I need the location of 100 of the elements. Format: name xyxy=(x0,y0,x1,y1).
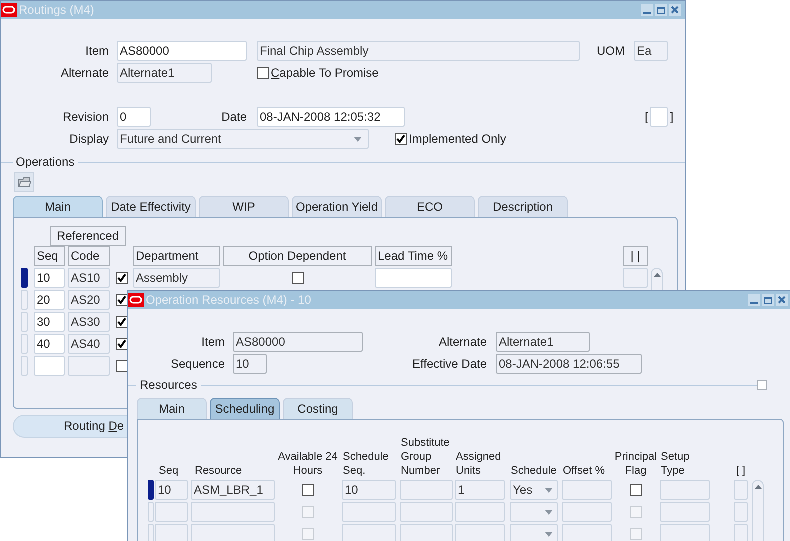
substitute-group-field[interactable] xyxy=(400,524,453,541)
minimize-button[interactable] xyxy=(641,4,653,16)
folder-cell[interactable] xyxy=(734,524,748,541)
display-select[interactable]: Future and Current xyxy=(117,129,369,149)
scroll-up-icon xyxy=(654,273,660,277)
tab[interactable]: Costing xyxy=(283,398,353,419)
field-label: Sequence xyxy=(170,356,225,373)
resource-field[interactable] xyxy=(191,524,275,541)
schedule-seq-field[interactable] xyxy=(342,502,396,522)
section-label: Operations xyxy=(15,154,76,171)
tab[interactable]: Scheduling xyxy=(210,398,280,419)
checkbox[interactable] xyxy=(257,67,269,79)
substitute-group-field[interactable] xyxy=(400,502,453,522)
checkbox[interactable] xyxy=(395,133,407,145)
row-indicator[interactable] xyxy=(21,268,28,288)
seq-field[interactable]: 10 xyxy=(155,480,188,500)
setup-type-field[interactable] xyxy=(660,480,710,500)
checkbox[interactable] xyxy=(116,338,128,350)
date-field[interactable]: 08-JAN-2008 12:05:32 xyxy=(257,107,405,127)
maximize-button[interactable] xyxy=(655,4,667,16)
substitute-group-field[interactable] xyxy=(400,480,453,500)
field-label: Effective Date xyxy=(412,356,487,373)
column-header: | | xyxy=(623,246,648,266)
logo-icon xyxy=(128,293,144,307)
seq-field[interactable]: 20 xyxy=(34,290,65,310)
resource-field[interactable] xyxy=(191,502,275,522)
tab[interactable]: Main xyxy=(137,398,207,419)
schedule-select[interactable]: Yes xyxy=(510,480,558,500)
assigned-units-field[interactable] xyxy=(455,524,505,541)
code-field[interactable]: AS40 xyxy=(68,334,110,354)
tab[interactable]: WIP xyxy=(199,196,289,217)
tab[interactable]: ECO xyxy=(385,196,475,217)
seq-field[interactable]: 30 xyxy=(34,312,65,332)
seq-field[interactable]: 40 xyxy=(34,334,65,354)
checkbox[interactable] xyxy=(116,294,128,306)
tab[interactable]: Description xyxy=(478,196,568,217)
alternate-field[interactable]: Alternate1 xyxy=(117,63,212,83)
minimize-button[interactable] xyxy=(748,294,760,306)
field-label: Alternate xyxy=(60,65,109,82)
schedule-seq-field[interactable]: 10 xyxy=(342,480,396,500)
checkbox[interactable] xyxy=(116,360,128,372)
tab[interactable]: Main xyxy=(13,196,103,217)
seq-field[interactable] xyxy=(155,524,188,541)
assigned-units-field[interactable]: 1 xyxy=(455,480,505,500)
alternate-field[interactable]: Alternate1 xyxy=(496,332,590,352)
effective-date-field[interactable]: 08-JAN-2008 12:06:55 xyxy=(496,354,642,374)
revision-field[interactable]: 0 xyxy=(117,107,151,127)
setup-type-field[interactable] xyxy=(660,524,710,541)
seq-field[interactable]: 10 xyxy=(34,268,65,288)
tab[interactable]: Operation Yield xyxy=(292,196,382,217)
row-indicator[interactable] xyxy=(148,480,154,500)
item-field[interactable]: AS80000 xyxy=(233,332,363,352)
folder-cell xyxy=(623,268,648,288)
column-header: Option Dependent xyxy=(223,246,372,266)
folder-icon xyxy=(18,176,30,188)
bracket-text: [ xyxy=(645,109,648,126)
close-button[interactable] xyxy=(776,294,788,306)
scrollbar[interactable] xyxy=(752,480,764,541)
attachment-button[interactable] xyxy=(14,172,34,192)
schedule-seq-field[interactable] xyxy=(342,524,396,541)
tab[interactable]: Date Effectivity xyxy=(106,196,196,217)
checkbox[interactable] xyxy=(292,272,304,284)
field-label: Alternate xyxy=(438,334,487,351)
seq-field[interactable] xyxy=(155,502,188,522)
code-field[interactable]: AS20 xyxy=(68,290,110,310)
scroll-up-icon xyxy=(754,485,762,489)
close-button[interactable] xyxy=(669,4,681,16)
code-field[interactable]: AS10 xyxy=(68,268,110,288)
caret-icon xyxy=(545,488,553,492)
field-label: Display xyxy=(68,131,109,148)
caret-icon xyxy=(545,532,553,536)
column-header: Seq xyxy=(34,246,65,266)
schedule-select[interactable] xyxy=(510,502,558,522)
offset-field[interactable] xyxy=(562,524,612,541)
checkbox[interactable] xyxy=(116,316,128,328)
maximize-button[interactable] xyxy=(762,294,774,306)
resource-field[interactable]: ASM_LBR_1 xyxy=(191,480,275,500)
window-title: Operation Resources (M4) - 10 xyxy=(146,294,312,306)
description-field[interactable]: Final Chip Assembly xyxy=(257,41,580,61)
department-field[interactable]: Assembly xyxy=(133,268,220,288)
item-field[interactable]: AS80000 xyxy=(117,41,247,61)
offset-field[interactable] xyxy=(562,502,612,522)
folder-cell[interactable] xyxy=(734,480,748,500)
schedule-select[interactable] xyxy=(510,524,558,541)
checkbox[interactable] xyxy=(302,484,314,496)
checkbox[interactable] xyxy=(116,272,128,284)
checkbox[interactable] xyxy=(757,380,767,390)
setup-type-field[interactable] xyxy=(660,502,710,522)
assigned-units-field[interactable] xyxy=(455,502,505,522)
lead-time-field[interactable] xyxy=(375,268,452,288)
folder-cell[interactable] xyxy=(734,502,748,522)
sequence-field[interactable]: 10 xyxy=(233,354,267,374)
column-header: Assigned Units xyxy=(455,450,502,478)
uom-field[interactable]: Ea xyxy=(634,41,668,61)
folder-field[interactable] xyxy=(650,107,668,127)
code-field[interactable]: AS30 xyxy=(68,312,110,332)
code-field[interactable] xyxy=(68,356,110,376)
offset-field[interactable] xyxy=(562,480,612,500)
seq-field[interactable] xyxy=(34,356,65,376)
checkbox[interactable] xyxy=(630,484,642,496)
